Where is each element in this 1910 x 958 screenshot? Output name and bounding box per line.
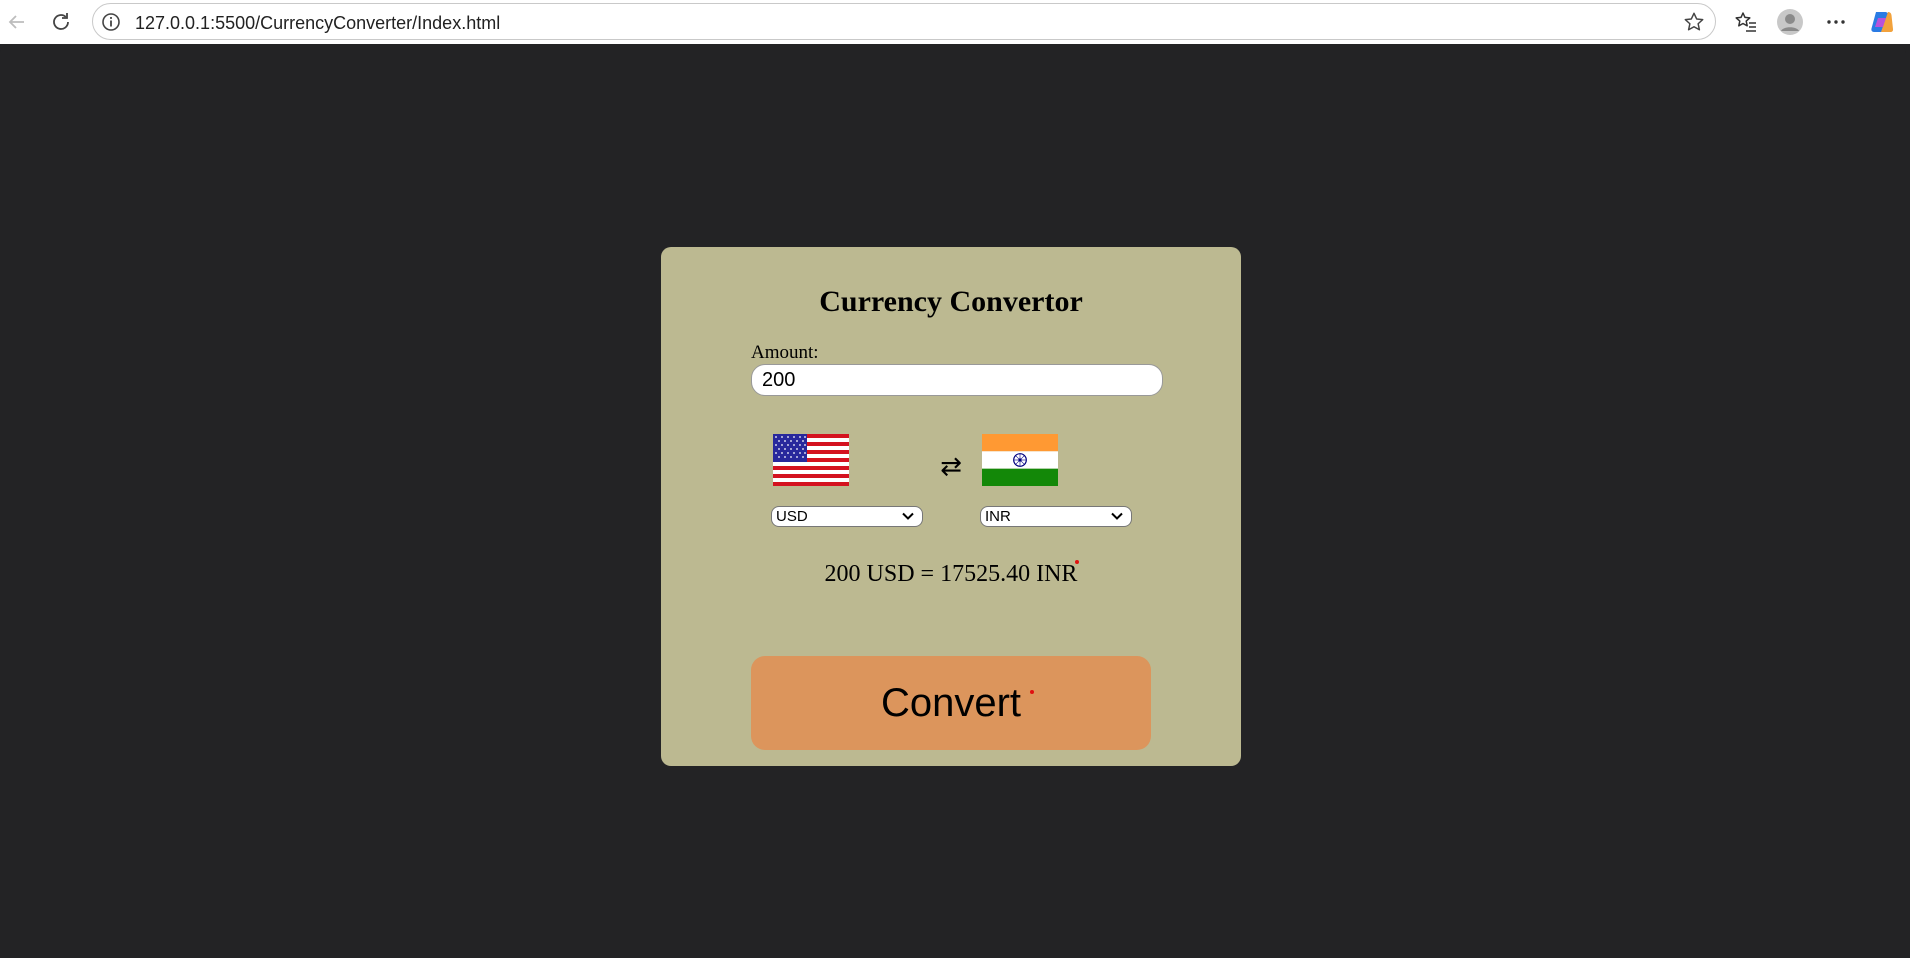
- ellipsis-icon: [1827, 20, 1845, 24]
- to-currency-select[interactable]: INR: [980, 506, 1132, 527]
- page-viewport: Currency Convertor Amount: 200 ⇄ USD INR…: [0, 45, 1906, 958]
- reload-button[interactable]: [45, 6, 77, 38]
- address-bar[interactable]: 127.0.0.1:5500/CurrencyConverter/Index.h…: [92, 3, 1716, 40]
- reload-icon: [53, 13, 69, 30]
- from-currency-select[interactable]: USD: [771, 506, 923, 527]
- url-text[interactable]: 127.0.0.1:5500/CurrencyConverter/Index.h…: [135, 13, 500, 34]
- red-dot-marker: [1075, 560, 1079, 564]
- us-flag-icon: [773, 434, 849, 486]
- favorites-list-icon: [1735, 12, 1756, 32]
- amount-input[interactable]: [751, 364, 1163, 396]
- converter-card: Currency Convertor Amount: 200 ⇄ USD INR…: [661, 247, 1241, 766]
- favorite-star-icon[interactable]: [1683, 11, 1705, 33]
- favorites-button[interactable]: [1730, 6, 1762, 38]
- copilot-icon: [1871, 12, 1894, 32]
- more-options-button[interactable]: [1820, 6, 1852, 38]
- swap-arrows-icon[interactable]: ⇄: [938, 452, 964, 482]
- page-title: Currency Convertor: [819, 285, 1083, 318]
- profile-button[interactable]: [1774, 6, 1806, 38]
- red-dot-marker: [1030, 690, 1034, 694]
- from-currency-wrapper: USD: [771, 506, 923, 527]
- copilot-button[interactable]: [1866, 6, 1898, 38]
- info-icon[interactable]: [101, 12, 121, 32]
- conversion-result: 200 USD = 17525.40 INR: [824, 561, 1078, 587]
- browser-toolbar: 127.0.0.1:5500/CurrencyConverter/Index.h…: [0, 0, 1910, 44]
- arrow-left-icon: [8, 15, 24, 29]
- india-flag-icon: [982, 434, 1058, 486]
- back-button[interactable]: [1, 6, 33, 38]
- amount-label: Amount:: [751, 342, 819, 363]
- avatar-icon: [1777, 9, 1803, 35]
- convert-button[interactable]: Convert: [751, 656, 1151, 750]
- to-currency-wrapper: INR: [980, 506, 1132, 527]
